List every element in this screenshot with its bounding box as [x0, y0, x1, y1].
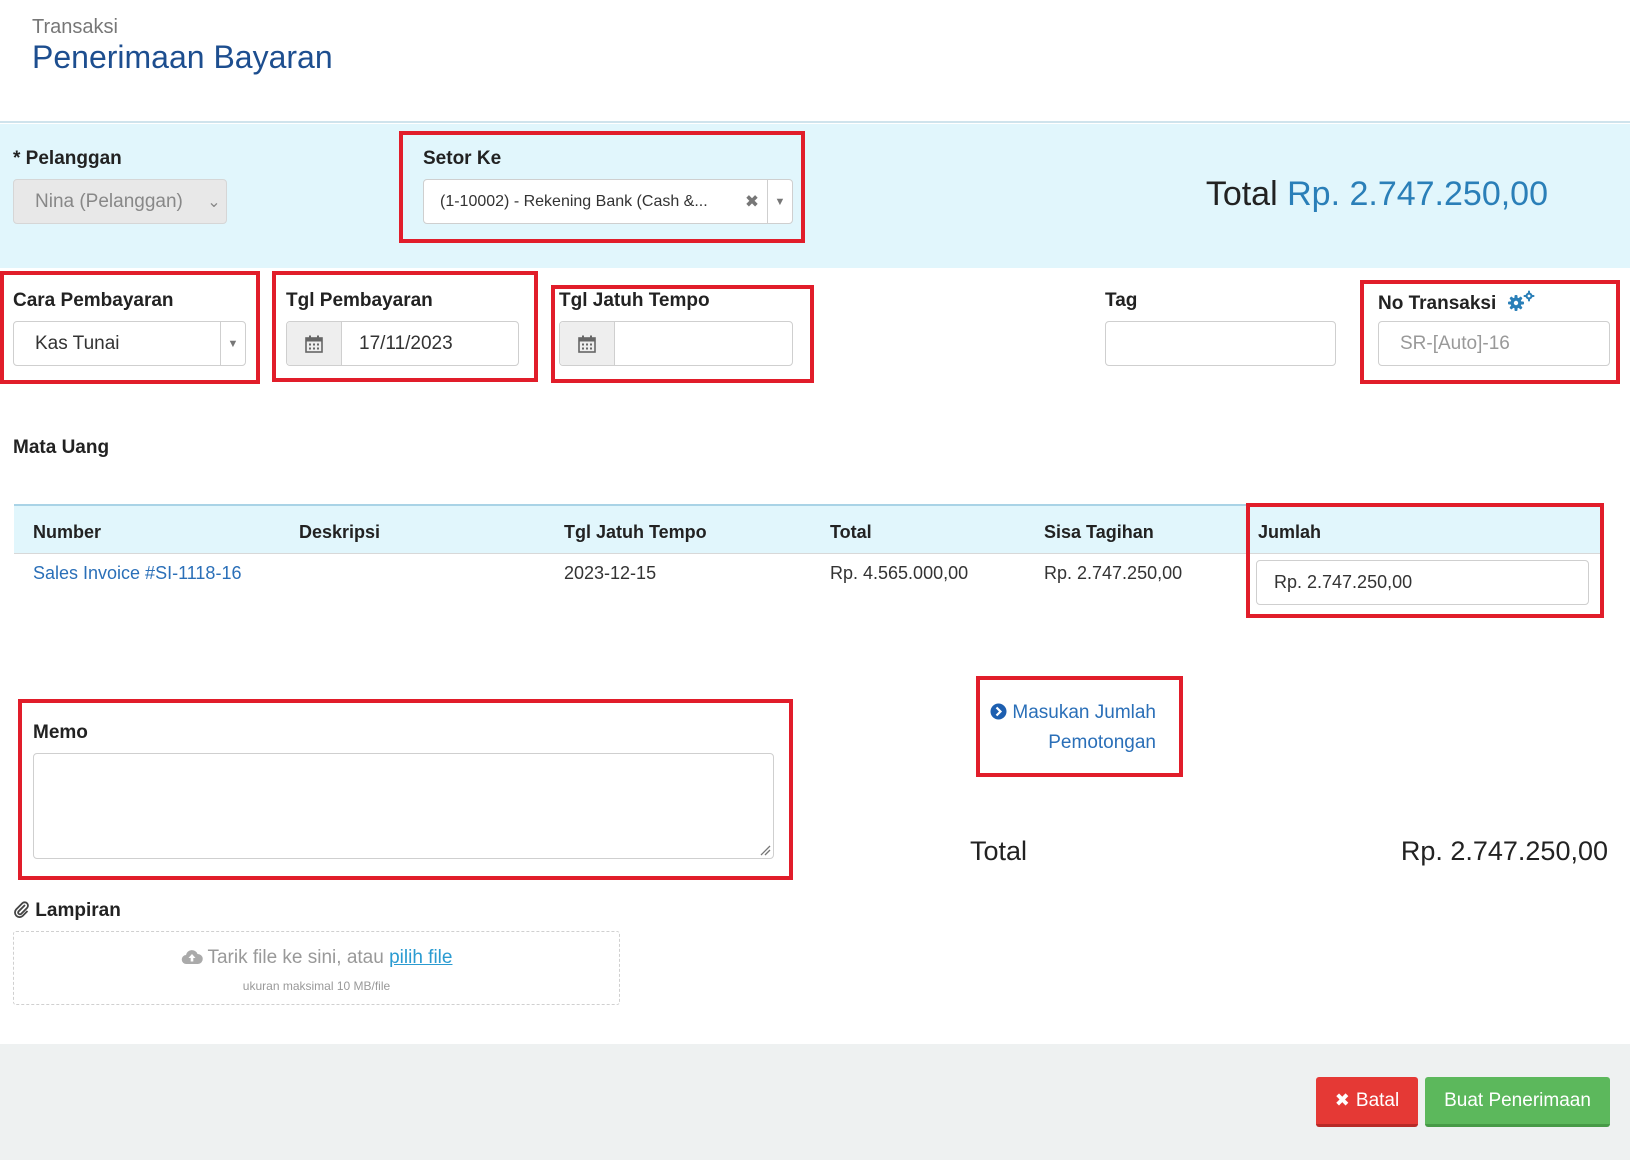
pick-file-link[interactable]: pilih file — [389, 947, 452, 968]
deposit-to-label: Setor Ke — [423, 148, 502, 169]
invoice-due-date: 2023-12-15 — [564, 563, 657, 583]
summary-total-amount: Rp. 2.747.250,00 — [1400, 836, 1608, 866]
cancel-button[interactable]: ✖ Batal — [1316, 1077, 1418, 1127]
cloud-upload-icon — [181, 949, 203, 971]
chevron-down-icon: ⌄ — [207, 193, 221, 211]
customer-select: Nina (Pelanggan) ⌄ — [13, 179, 227, 224]
payment-date-value: 17/11/2023 — [359, 332, 453, 354]
transaction-no-label-text: No Transaksi — [1378, 293, 1497, 315]
summary-total-label: Total — [970, 836, 1028, 866]
calendar-icon[interactable] — [287, 322, 342, 365]
caret-down-icon[interactable]: ▼ — [767, 180, 792, 223]
due-date-field[interactable] — [559, 321, 793, 366]
deposit-to-select[interactable]: (1-10002) - Rekening Bank (Cash &... ✖ ▼ — [423, 179, 793, 224]
create-receipt-button[interactable]: Buat Penerimaan — [1425, 1077, 1610, 1127]
payment-date-label: Tgl Pembayaran — [286, 290, 433, 311]
tag-label: Tag — [1105, 290, 1138, 311]
amount-value: Rp. 2.747.250,00 — [1274, 572, 1413, 592]
col-due-date: Tgl Jatuh Tempo — [564, 522, 707, 542]
deduction-link-line1: Masukan Jumlah — [1012, 702, 1156, 723]
page-title: Penerimaan Bayaran — [32, 39, 333, 75]
due-date-label: Tgl Jatuh Tempo — [559, 290, 710, 311]
invoice-total: Rp. 4.565.000,00 — [830, 563, 969, 583]
payment-date-field[interactable]: 17/11/2023 — [286, 321, 519, 366]
add-deduction-link[interactable]: Masukan Jumlah Pemotongan — [990, 699, 1156, 757]
clear-icon[interactable]: ✖ — [737, 192, 767, 212]
tag-input[interactable] — [1105, 321, 1336, 366]
col-description: Deskripsi — [299, 522, 381, 542]
payment-method-label: Cara Pembayaran — [13, 290, 174, 311]
breadcrumb[interactable]: Transaksi — [32, 16, 118, 39]
grand-total: Total Rp. 2.747.250,00 — [1206, 175, 1548, 214]
paperclip-icon — [13, 900, 30, 924]
col-total: Total — [830, 522, 872, 542]
file-dropzone[interactable]: Tarik file ke sini, atau pilih file ukur… — [13, 931, 620, 1005]
attachment-label-text: Lampiran — [35, 900, 121, 921]
transaction-no-input[interactable]: SR-[Auto]-16 — [1378, 321, 1610, 366]
cancel-button-label: Batal — [1355, 1089, 1400, 1111]
invoice-number-link[interactable]: Sales Invoice #SI-1118-16 — [33, 563, 241, 584]
attachment-label: Lampiran — [13, 900, 121, 924]
payment-method-value: Kas Tunai — [35, 332, 120, 354]
chevron-circle-right-icon — [990, 701, 1007, 729]
customer-label: * Pelanggan — [13, 148, 122, 169]
memo-textarea[interactable] — [33, 753, 774, 859]
col-number: Number — [33, 522, 102, 542]
col-amount: Jumlah — [1258, 522, 1322, 542]
page-header: Transaksi Penerimaan Bayaran — [0, 0, 1630, 123]
grand-total-label: Total — [1205, 175, 1278, 213]
close-icon: ✖ — [1334, 1090, 1350, 1110]
transaction-no-placeholder: SR-[Auto]-16 — [1400, 332, 1510, 354]
resize-handle-icon[interactable] — [759, 844, 771, 856]
caret-down-icon[interactable]: ▼ — [220, 322, 245, 365]
memo-label: Memo — [33, 722, 88, 743]
currency-label: Mata Uang — [13, 437, 110, 458]
invoice-table-header: Number Deskripsi Tgl Jatuh Tempo Total S… — [14, 504, 1602, 554]
transaction-no-label: No Transaksi — [1378, 290, 1538, 318]
calendar-icon[interactable] — [560, 322, 615, 365]
deposit-to-value: (1-10002) - Rekening Bank (Cash &... — [440, 192, 708, 210]
invoice-remaining: Rp. 2.747.250,00 — [1044, 563, 1183, 583]
customer-value: Nina (Pelanggan) — [35, 190, 183, 212]
grand-total-amount: Rp. 2.747.250,00 — [1287, 175, 1548, 213]
drop-text: Tarik file ke sini, atau — [207, 947, 384, 968]
amount-input[interactable]: Rp. 2.747.250,00 — [1256, 560, 1589, 605]
payment-method-select[interactable]: Kas Tunai ▼ — [13, 321, 246, 366]
deduction-link-line2: Pemotongan — [1048, 732, 1156, 753]
col-remaining: Sisa Tagihan — [1044, 522, 1154, 542]
gears-icon[interactable] — [1506, 290, 1538, 318]
size-note: ukuran maksimal 10 MB/file — [242, 979, 391, 993]
